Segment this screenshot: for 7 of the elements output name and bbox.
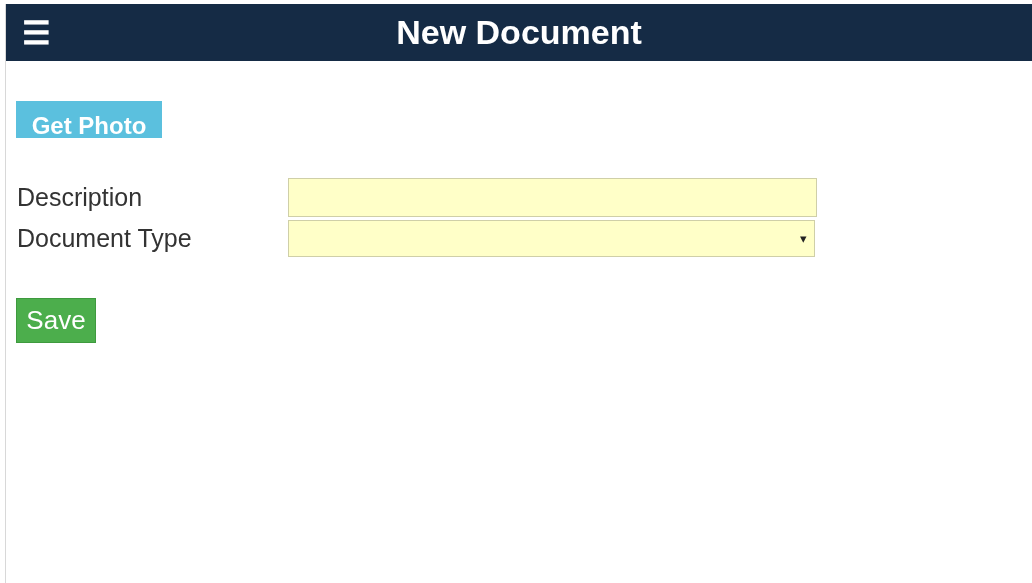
menu-icon[interactable]: ☰ xyxy=(22,16,51,49)
dropdown-arrow-icon: ▾ xyxy=(800,231,807,246)
select-field[interactable]: ▾ xyxy=(288,220,815,257)
field-label: Description xyxy=(17,183,144,212)
field-label: Document Type xyxy=(17,224,193,253)
page-title: New Document xyxy=(396,13,642,52)
input-field[interactable] xyxy=(288,178,817,217)
